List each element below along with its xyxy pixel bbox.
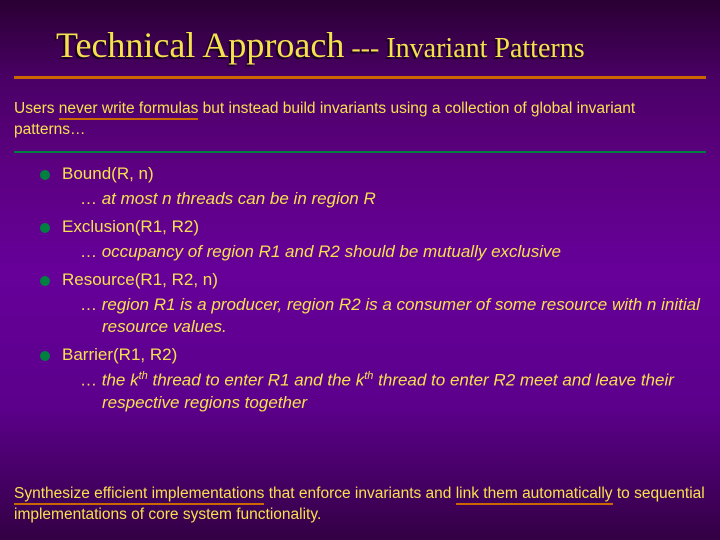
bullet-description: … region R1 is a producer, region R2 is …: [40, 294, 706, 338]
footer-text: Synthesize efficient implementations tha…: [14, 484, 706, 526]
bullet-label: Resource(R1, R2, n): [62, 269, 218, 292]
bullet-description: … occupancy of region R1 and R2 should b…: [40, 241, 706, 263]
bullet-label: Barrier(R1, R2): [62, 344, 177, 367]
list-item: Exclusion(R1, R2): [40, 216, 706, 239]
footer-underlined: link them automatically: [456, 485, 613, 505]
bullet-icon: [40, 351, 50, 361]
bullet-label: Bound(R, n): [62, 163, 154, 186]
bullet-description: … the kth thread to enter R1 and the kth…: [40, 369, 706, 414]
bullet-description: … at most n threads can be in region R: [40, 188, 706, 210]
intro-underlined: never write formulas: [59, 100, 199, 120]
bullet-label: Exclusion(R1, R2): [62, 216, 199, 239]
list-item: Bound(R, n): [40, 163, 706, 186]
slide-title: Technical Approach --- Invariant Pattern…: [56, 24, 720, 66]
intro-text: Users never write formulas but instead b…: [0, 79, 720, 149]
bullet-icon: [40, 170, 50, 180]
bullet-icon: [40, 276, 50, 286]
list-item: Resource(R1, R2, n): [40, 269, 706, 292]
slide-title-area: Technical Approach --- Invariant Pattern…: [0, 0, 720, 72]
bullet-icon: [40, 223, 50, 233]
bullet-list: Bound(R, n) … at most n threads can be i…: [0, 153, 720, 414]
footer-underlined: Synthesize efficient implementations: [14, 485, 264, 505]
list-item: Barrier(R1, R2): [40, 344, 706, 367]
